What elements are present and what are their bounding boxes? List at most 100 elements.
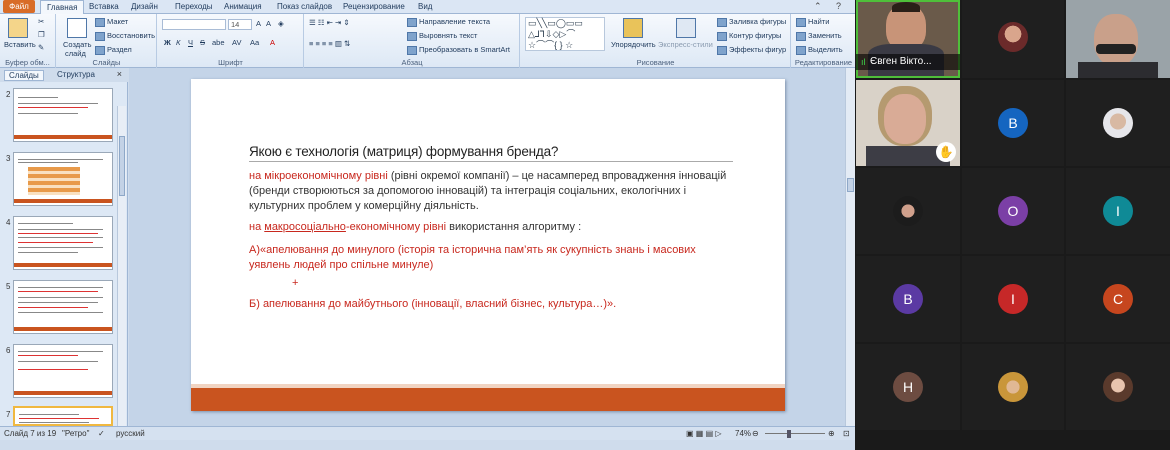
smartart-button[interactable]: Преобразовать в SmartArt [407, 45, 510, 55]
participant-photo [1103, 372, 1133, 402]
clipboard-label: Буфер обм... [5, 58, 50, 67]
cut-icon[interactable]: ✂ [38, 17, 44, 26]
participant-tile[interactable]: I [962, 256, 1064, 342]
tab-view[interactable]: Вид [418, 2, 432, 11]
new-slide-button[interactable]: Создать [63, 40, 92, 49]
tab-design[interactable]: Дизайн [131, 2, 158, 11]
grow-font-button[interactable]: A [256, 19, 261, 28]
bullets-icon[interactable]: ☰ ☷ ⇤ ⇥ ⇕ [309, 18, 350, 27]
participant-video[interactable] [1066, 0, 1170, 78]
tab-outline[interactable]: Структура [57, 70, 95, 79]
slide-footer-band [191, 388, 785, 411]
shape-fill-button[interactable]: Заливка фигуры [717, 17, 786, 27]
italic-button[interactable]: К [176, 38, 180, 47]
strike-button[interactable]: S [200, 38, 205, 47]
quick-styles-button[interactable]: Экспресс-стили [658, 40, 713, 49]
tab-animation[interactable]: Анимация [224, 2, 262, 11]
participant-tile[interactable]: B [962, 80, 1064, 166]
select-label: Выделить [808, 45, 843, 54]
participant-tile[interactable]: C [1066, 256, 1170, 342]
underline-button[interactable]: Ч [188, 38, 193, 47]
participant-tile[interactable] [1066, 344, 1170, 430]
paste-button[interactable]: Вставить [4, 40, 36, 49]
slide-thumbnail-3[interactable] [13, 152, 113, 206]
paragraph-future[interactable]: Б) апелювання до майбутнього (інновації,… [249, 297, 729, 312]
avatar-initial: C [1112, 291, 1124, 307]
canvas-scroll-thumb[interactable] [847, 178, 854, 192]
shapes-gallery[interactable]: ▭╲╲▭◯▭▭ △⅃⅂⇩◇▷⌒ ☆⌒⌒{ } ☆ [525, 17, 605, 51]
participant-tile[interactable]: H [856, 344, 960, 430]
zoom-slider-thumb[interactable] [787, 430, 791, 438]
layout-button[interactable]: Макет [95, 17, 128, 27]
section-button[interactable]: Раздел [95, 45, 132, 55]
participant-avatar: C [1103, 284, 1133, 314]
slide-thumbnail-5[interactable] [13, 280, 113, 334]
fit-slide-icon[interactable]: ⊡ [843, 429, 850, 438]
text-direction-button[interactable]: Направление текста [407, 17, 490, 27]
tab-slideshow[interactable]: Показ слайдов [277, 2, 332, 11]
participant-tile[interactable]: B [856, 256, 960, 342]
align-text-button[interactable]: Выровнять текст [407, 31, 477, 41]
case-button[interactable]: Aa [250, 38, 259, 47]
find-button[interactable]: Найти [796, 17, 829, 27]
participant-tile[interactable] [962, 344, 1064, 430]
tab-home[interactable]: Главная [40, 0, 85, 15]
align-icons[interactable]: ≡ ≡ ≡ ≡ ▥ ⇅ [309, 39, 350, 48]
canvas-scrollbar[interactable] [845, 68, 855, 426]
participant-tile[interactable]: O [962, 168, 1064, 254]
clear-format-icon[interactable]: ◈ [278, 19, 284, 28]
paragraph-micro[interactable]: на мікроекономічному рівні (рівні окремо… [249, 169, 729, 214]
new-slide-button-line2[interactable]: слайд [65, 49, 86, 58]
participant-tile[interactable] [962, 0, 1064, 78]
slide-thumbnail-2[interactable] [13, 88, 113, 142]
participant2-face [884, 94, 926, 144]
participant-video-2[interactable]: ✋ [856, 80, 960, 166]
format-painter-icon[interactable]: ✎ [38, 43, 44, 52]
reset-button[interactable]: Восстановить [95, 31, 155, 41]
slide-thumbnail-4[interactable] [13, 216, 113, 270]
quick-styles-icon [676, 18, 696, 38]
slide[interactable]: Якою є технологія (матриця) формування б… [191, 79, 785, 411]
spellcheck-icon[interactable]: ✓ [98, 429, 105, 438]
shape-effects-icon [717, 45, 727, 55]
window-controls[interactable]: ⌃ ? [814, 1, 847, 12]
slide-thumbnail-6[interactable] [13, 344, 113, 398]
scroll-thumb[interactable] [119, 136, 125, 196]
thumb-number: 7 [6, 410, 11, 419]
view-buttons[interactable]: ▣ ▦ ▤ ▷ [686, 429, 722, 438]
participant-tile[interactable] [1066, 80, 1170, 166]
slides-pane-scrollbar[interactable] [117, 106, 126, 426]
slide-thumbnail-7[interactable] [13, 406, 113, 426]
zoom-level[interactable]: 74% [735, 429, 751, 438]
shadow-button[interactable]: abe [212, 38, 225, 47]
close-pane-icon[interactable]: × [117, 69, 122, 79]
tab-review[interactable]: Рецензирование [343, 2, 405, 11]
spacing-button[interactable]: AV [232, 38, 241, 47]
paragraph-past[interactable]: А)«апелювання до минулого (історія та іс… [249, 243, 729, 273]
shape-effects-button[interactable]: Эффекты фигур [717, 45, 786, 55]
language[interactable]: русский [116, 429, 145, 438]
tab-slides[interactable]: Слайды [4, 70, 44, 81]
font-color-button[interactable]: A [270, 38, 275, 47]
bold-button[interactable]: Ж [164, 38, 171, 47]
tab-insert[interactable]: Вставка [89, 2, 119, 11]
paragraph-macro[interactable]: на макросоціально-економічному рівні вик… [249, 220, 729, 235]
font-size-combo[interactable]: 14 [228, 19, 252, 30]
tab-transitions[interactable]: Переходы [175, 2, 213, 11]
font-name-combo[interactable] [162, 19, 226, 30]
zoom-slider[interactable] [765, 433, 825, 434]
shape-outline-button[interactable]: Контур фигуры [717, 31, 781, 41]
plus-sign: + [292, 277, 299, 289]
zoom-in-icon[interactable]: ⊕ [828, 429, 835, 438]
file-tab[interactable]: Файл [3, 0, 35, 13]
participant-tile[interactable]: I [1066, 168, 1170, 254]
shrink-font-button[interactable]: A [266, 19, 271, 28]
zoom-out-icon[interactable]: ⊖ [752, 429, 759, 438]
replace-button[interactable]: Заменить [796, 31, 842, 41]
copy-icon[interactable]: ❐ [38, 30, 45, 39]
select-button[interactable]: Выделить [796, 45, 843, 55]
slide-title[interactable]: Якою є технологія (матриця) формування б… [249, 144, 558, 159]
arrange-button[interactable]: Упорядочить [611, 40, 656, 49]
thumb-number: 2 [6, 90, 11, 99]
participant-tile[interactable] [856, 168, 960, 254]
